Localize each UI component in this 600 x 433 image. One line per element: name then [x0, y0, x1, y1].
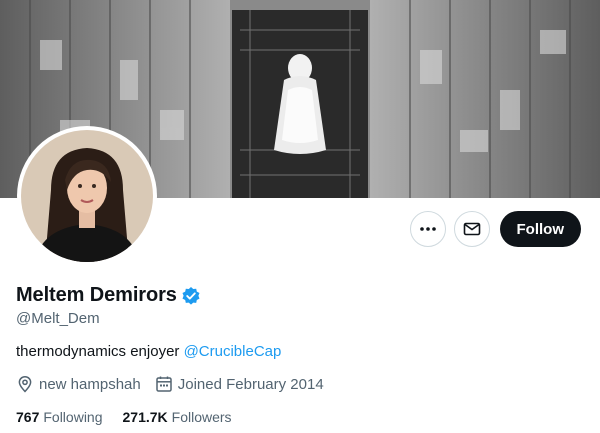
location-icon: [18, 376, 32, 393]
profile-display-name: Meltem Demirors: [16, 284, 177, 306]
more-options-button[interactable]: [409, 211, 446, 247]
profile-avatar[interactable]: [17, 126, 157, 266]
profile-name-row: Meltem Demirors: [16, 284, 201, 307]
followers-count: 271.7K: [122, 409, 168, 425]
profile-join-date: Joined February 2014: [155, 375, 324, 393]
follow-button[interactable]: Follow: [499, 211, 581, 247]
profile-location: new hampshah: [16, 375, 141, 393]
profile-meta: new hampshah Joined February 2014: [16, 375, 338, 393]
verified-badge-icon[interactable]: [181, 286, 201, 306]
more-icon: [419, 227, 436, 231]
bio-text: thermodynamics enjoyer: [16, 343, 184, 360]
mail-icon: [463, 222, 480, 236]
message-button[interactable]: [453, 211, 490, 247]
profile-bio: thermodynamics enjoyer @CrucibleCap: [16, 343, 281, 360]
location-label: new hampshah: [39, 375, 141, 393]
join-date-label: Joined February 2014: [177, 375, 324, 393]
bio-mention-link[interactable]: @CrucibleCap: [184, 343, 282, 360]
following-count: 767: [16, 409, 40, 425]
following-link[interactable]: 767 Following: [16, 409, 103, 425]
profile-actions: Follow: [409, 211, 581, 247]
calendar-icon: [155, 376, 172, 392]
followers-label: Followers: [171, 409, 232, 425]
profile-handle: @Melt_Dem: [16, 310, 100, 327]
following-label: Following: [43, 409, 103, 425]
followers-link[interactable]: 271.7K Followers: [123, 409, 232, 425]
profile-photo: [21, 130, 153, 262]
profile-stats: 767 Following 271.7K Followers: [16, 409, 252, 425]
